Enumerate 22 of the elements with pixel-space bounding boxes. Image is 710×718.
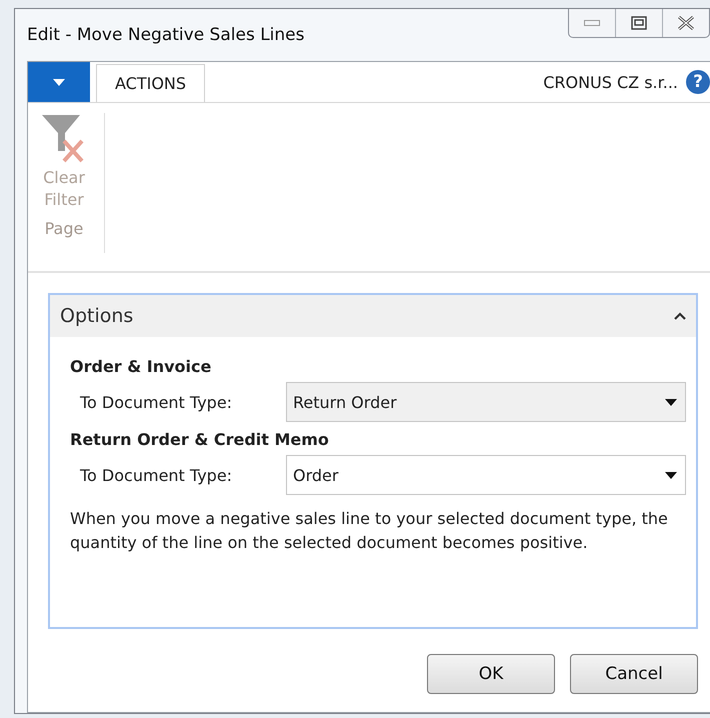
section-title: Options <box>60 305 134 327</box>
document-type-dropdown[interactable]: Return Order <box>286 382 686 422</box>
restore-icon <box>631 16 647 30</box>
cancel-button[interactable]: Cancel <box>570 654 698 694</box>
company-name[interactable]: CRONUS CZ s.r... <box>543 72 678 92</box>
close-icon <box>677 15 695 31</box>
document-type-dropdown[interactable]: Order <box>286 455 686 495</box>
caret-icon <box>53 78 65 86</box>
group-heading: Order & Invoice <box>70 357 212 376</box>
collapse-icon[interactable] <box>674 312 686 320</box>
minimize-icon <box>584 20 600 26</box>
help-button[interactable]: ? <box>686 70 710 94</box>
window-title: Edit - Move Negative Sales Lines <box>27 25 304 45</box>
ok-button[interactable]: OK <box>427 654 555 694</box>
ribbon-tab[interactable]: ACTIONS <box>96 64 206 102</box>
field-label: To Document Type: <box>80 466 234 484</box>
field-label: To Document Type: <box>80 392 234 412</box>
dropdown-caret-icon <box>665 472 677 478</box>
dropdown-caret-icon <box>665 398 677 406</box>
info-text: When you move a negative sales line to your selected document type, the quantity of the line on the selected document becomes positive. <box>70 508 669 554</box>
group-label: Page <box>44 219 84 238</box>
group-heading: Return Order & Credit Memo <box>70 430 330 449</box>
